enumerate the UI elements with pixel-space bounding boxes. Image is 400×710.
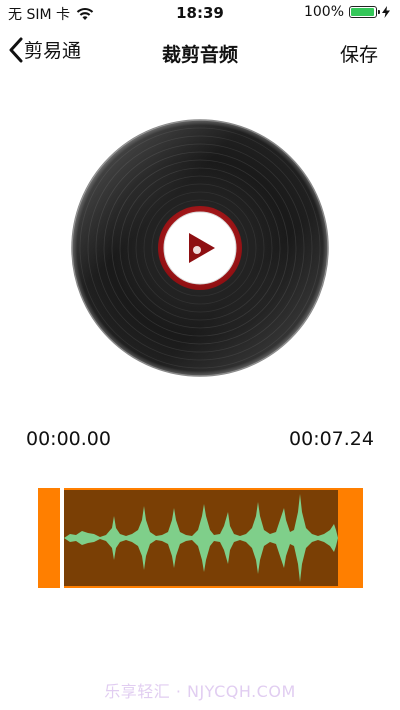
navigation-bar: 剪易通 裁剪音频 保存 [0,28,400,76]
status-bar: 无 SIM 卡 18:39 100% [0,0,400,28]
battery-icon [349,6,380,18]
back-label: 剪易通 [24,40,82,62]
chevron-left-icon [9,37,23,62]
battery-percent: 100% [303,4,344,20]
start-time-label: 00:00.00 [26,428,111,450]
vinyl-record[interactable] [70,118,330,378]
status-right: 100% [304,4,390,20]
trim-end-handle[interactable] [338,488,363,588]
watermark: 乐享轻汇 · NJYCQH.COM [104,682,296,701]
save-button[interactable]: 保存 [340,40,378,67]
audio-waveform [64,494,338,582]
battery-level-fill [351,8,374,16]
play-icon[interactable] [180,228,220,268]
end-time-label: 00:07.24 [289,428,374,450]
back-button[interactable]: 剪易通 [8,36,81,63]
audio-trimmer [38,488,363,588]
trim-selection[interactable] [64,488,338,588]
charging-bolt-icon [382,6,390,18]
trim-start-handle[interactable] [38,488,60,588]
